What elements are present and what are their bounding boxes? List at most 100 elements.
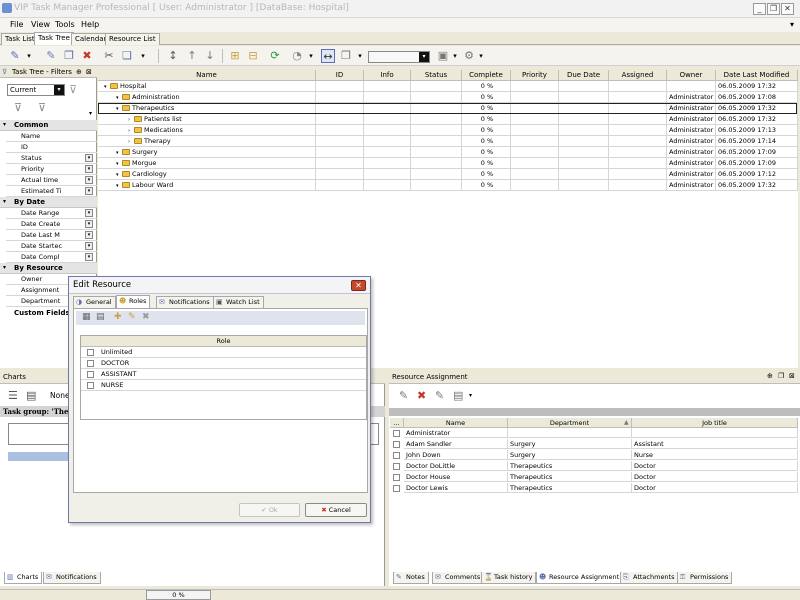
chevron-down-icon[interactable]: ▾: [469, 392, 472, 399]
tree-node[interactable]: › Therapy: [98, 136, 316, 147]
dialog-tab-notifications[interactable]: ✉ Notifications: [156, 296, 214, 308]
column-header[interactable]: Complete: [462, 70, 511, 81]
dialog-tab-roles[interactable]: ☻ Roles: [116, 295, 151, 308]
dialog-close-icon[interactable]: ✕: [351, 280, 366, 291]
chevron-down-icon[interactable]: ▾: [419, 52, 429, 62]
close-icon[interactable]: ⊠: [86, 66, 92, 78]
column-header[interactable]: Priority: [511, 70, 559, 81]
row-checkbox[interactable]: [393, 474, 400, 481]
chart-type-icon[interactable]: ☰: [8, 389, 18, 402]
chevron-down-icon[interactable]: ▾: [85, 209, 93, 217]
custom-fields-label[interactable]: Custom Fields: [14, 309, 70, 317]
chevron-down-icon[interactable]: ▾: [304, 49, 318, 63]
filter-row[interactable]: Date Startec ▾: [6, 241, 97, 252]
close-window-button[interactable]: ✕: [781, 3, 794, 15]
charts-tab[interactable]: ▥ Charts: [4, 572, 43, 584]
list-view-icon[interactable]: ▤: [96, 312, 105, 322]
collapse-arrow-icon[interactable]: ▾: [3, 264, 6, 271]
clear-filter-icon[interactable]: ⊽: [38, 101, 46, 114]
row-checkbox[interactable]: [393, 452, 400, 459]
restore-icon[interactable]: ❐: [778, 372, 784, 380]
tree-node[interactable]: ▾ Therapeutics: [98, 103, 316, 114]
expand-tree-icon[interactable]: ⊞: [228, 49, 242, 63]
move-updown-icon[interactable]: ↕: [166, 49, 180, 63]
grid-view-icon[interactable]: ▦: [82, 312, 91, 322]
tree-node[interactable]: › Patients list: [98, 114, 316, 125]
paste-icon[interactable]: ❏: [120, 49, 134, 63]
move-up-icon[interactable]: ↑: [185, 49, 199, 63]
chevron-down-icon[interactable]: ▾: [85, 176, 93, 184]
remove-resource-icon[interactable]: ✖: [417, 389, 426, 402]
resource-tab[interactable]: ⚿ Permissions: [677, 572, 733, 584]
add-role-icon[interactable]: ✚: [114, 312, 122, 322]
resource-tab[interactable]: ☻ Resource Assignment: [536, 572, 624, 584]
role-row[interactable]: Unlimited: [81, 347, 366, 358]
filter-group-header[interactable]: Common: [0, 120, 97, 131]
edit-resource-icon[interactable]: ✎: [435, 389, 444, 402]
filter-row[interactable]: Date Range ▾: [6, 208, 97, 219]
add-filter-icon[interactable]: ⊽: [14, 101, 22, 114]
resource-column-header[interactable]: Job title: [632, 418, 798, 428]
collapse-arrow-icon[interactable]: ▾: [3, 198, 6, 205]
apply-filter-icon[interactable]: ⊽: [69, 83, 77, 96]
resource-tab[interactable]: ✉ Comments: [432, 572, 485, 584]
column-header[interactable]: Date Last Modified: [716, 70, 798, 81]
resource-column-header[interactable]: ...: [390, 418, 404, 428]
menu-tools[interactable]: Tools: [55, 20, 75, 29]
role-checkbox[interactable]: [87, 371, 94, 378]
close-icon[interactable]: ⊠: [789, 372, 795, 380]
assign-resource-icon[interactable]: ✎: [399, 389, 408, 402]
tab-task-tree[interactable]: Task Tree: [34, 32, 74, 45]
delete-task-icon[interactable]: ✖: [80, 49, 94, 63]
filter-row[interactable]: Date Compl ▾: [6, 252, 97, 263]
delete-role-icon[interactable]: ✖: [142, 312, 150, 322]
column-header[interactable]: Name: [98, 70, 316, 81]
chevron-down-icon[interactable]: ▾: [85, 220, 93, 228]
print-icon[interactable]: ❐: [339, 49, 353, 63]
role-checkbox[interactable]: [87, 382, 94, 389]
tab-resource-list[interactable]: Resource List: [105, 33, 160, 45]
tree-node[interactable]: ▾ Administration: [98, 92, 316, 103]
column-header[interactable]: Info: [364, 70, 411, 81]
fit-columns-icon[interactable]: ↔: [321, 49, 335, 63]
tree-node[interactable]: ▾ Hospital: [98, 81, 316, 92]
filter-row[interactable]: Actual time ▾: [6, 175, 97, 186]
filter-group-header[interactable]: By Date: [0, 197, 97, 208]
column-header[interactable]: Status: [411, 70, 462, 81]
row-checkbox[interactable]: [393, 430, 400, 437]
tree-node[interactable]: ▾ Morgue: [98, 158, 316, 169]
edit-role-icon[interactable]: ✎: [128, 312, 136, 322]
move-down-icon[interactable]: ↓: [203, 49, 217, 63]
menu-view[interactable]: View: [31, 20, 50, 29]
dialog-tab-watch-list[interactable]: ▣ Watch List: [213, 296, 264, 308]
row-checkbox[interactable]: [393, 441, 400, 448]
tree-node[interactable]: ▾ Surgery: [98, 147, 316, 158]
filter-group-header[interactable]: By Resource: [0, 263, 97, 274]
chevron-down-icon[interactable]: ▾: [22, 49, 36, 63]
filter-row[interactable]: Date Last M ▾: [6, 230, 97, 241]
resource-tab[interactable]: ⌛ Task history: [481, 572, 537, 584]
resource-tab[interactable]: ✎ Notes: [393, 572, 429, 584]
pin-icon[interactable]: ⊕: [76, 66, 82, 78]
pin-icon[interactable]: ⊕: [767, 372, 773, 380]
charts-tab[interactable]: ✉ Notifications: [43, 572, 101, 584]
ok-button[interactable]: ✔ Ok: [239, 503, 300, 517]
chevron-down-icon[interactable]: ▾: [85, 253, 93, 261]
refresh-icon[interactable]: ⟳: [268, 49, 282, 63]
print-resource-icon[interactable]: ▤: [453, 389, 463, 402]
chevron-down-icon[interactable]: ▾: [85, 242, 93, 250]
cancel-button[interactable]: ✖ Cancel: [305, 503, 367, 517]
maximize-button[interactable]: ❐: [767, 3, 780, 15]
chevron-down-icon[interactable]: ▾: [85, 165, 93, 173]
resource-tab[interactable]: ⎘ Attachments: [620, 572, 679, 584]
filter-row[interactable]: Date Create ▾: [6, 219, 97, 230]
column-header[interactable]: Owner: [667, 70, 716, 81]
chevron-down-icon[interactable]: ▾: [353, 49, 367, 63]
column-header[interactable]: ID: [316, 70, 364, 81]
column-header[interactable]: Assigned: [609, 70, 667, 81]
chevron-down-icon[interactable]: ▾: [474, 49, 488, 63]
copy-task-icon[interactable]: ❐: [62, 49, 76, 63]
chevron-down-icon[interactable]: ▾: [448, 49, 462, 63]
sort-asc-icon[interactable]: ▲: [624, 419, 629, 426]
new-task-icon[interactable]: ✎: [8, 49, 22, 63]
